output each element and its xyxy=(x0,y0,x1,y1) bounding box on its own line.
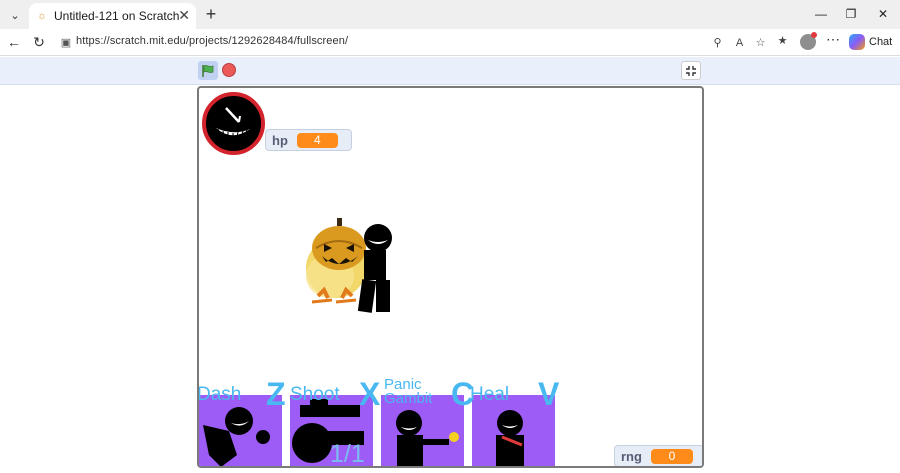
player-controls xyxy=(0,57,900,85)
ability-key-dash: Z xyxy=(266,376,286,412)
exit-fullscreen-icon xyxy=(686,65,696,76)
ability-label-panic-gambit: Panic Gambit xyxy=(384,376,433,407)
url-text: https://scratch.mit.edu/projects/1292628… xyxy=(76,35,349,47)
more-icon[interactable]: ⋯ xyxy=(826,31,840,48)
ability-key-shoot: X xyxy=(359,376,381,412)
back-icon[interactable]: ← xyxy=(4,32,24,52)
browser-tab[interactable]: ☼ Untitled-121 on Scratch ✕ xyxy=(29,3,196,29)
stop-button[interactable] xyxy=(222,63,236,77)
ability-key-heal: V xyxy=(538,376,560,412)
copilot-label: Chat xyxy=(869,36,893,48)
hp-value: 4 xyxy=(296,132,338,148)
hp-label: hp xyxy=(272,132,288,148)
tab-menu-icon[interactable]: ⌄ xyxy=(5,5,25,25)
tab-bar: ⌄ ☼ Untitled-121 on Scratch ✕ + — ❐ ✕ xyxy=(0,0,900,29)
rng-label: rng xyxy=(621,448,642,464)
tab-title: Untitled-121 on Scratch xyxy=(54,9,180,23)
stage[interactable]: hp 4 Dash Z Shoot X Panic Gambit C Heal … xyxy=(197,86,704,468)
ability-label-shoot: Shoot xyxy=(290,384,340,405)
pumpkin-duck-sprite xyxy=(306,218,392,313)
exit-fullscreen-button[interactable] xyxy=(681,61,701,80)
copilot-icon xyxy=(849,34,865,50)
green-flag-icon xyxy=(202,64,214,77)
url-field[interactable]: ▣ https://scratch.mit.edu/projects/12926… xyxy=(52,31,774,54)
scratch-favicon-icon: ☼ xyxy=(36,10,48,22)
copilot-button[interactable]: Chat xyxy=(849,32,899,52)
rng-value: 0 xyxy=(650,448,693,464)
ability-label-dash: Dash xyxy=(197,384,242,405)
ammo-counter: 1/1 xyxy=(330,440,365,468)
grinning-face-icon xyxy=(216,107,250,138)
rng-monitor: rng 0 xyxy=(614,445,702,466)
address-bar: ← ↻ ▣ https://scratch.mit.edu/projects/1… xyxy=(0,29,900,56)
minimize-icon[interactable]: — xyxy=(809,4,833,24)
player-portrait xyxy=(202,92,265,155)
hp-monitor: hp 4 xyxy=(265,129,352,151)
new-tab-icon[interactable]: + xyxy=(201,4,221,24)
profile-notification-badge xyxy=(811,32,817,38)
favorite-icon[interactable]: ☆ xyxy=(752,34,769,51)
window-close-icon[interactable]: ✕ xyxy=(871,4,895,24)
zoom-icon[interactable]: ⚲ xyxy=(709,34,726,51)
ability-label-heal: Heal xyxy=(470,384,510,405)
restore-icon[interactable]: ❐ xyxy=(839,4,863,24)
close-icon[interactable]: ✕ xyxy=(178,7,190,24)
refresh-icon[interactable]: ↻ xyxy=(29,32,49,52)
lock-icon: ▣ xyxy=(60,36,72,49)
read-aloud-icon[interactable]: A xyxy=(731,34,748,51)
collections-icon[interactable]: ★ xyxy=(774,32,791,49)
green-flag-button[interactable] xyxy=(198,61,218,80)
